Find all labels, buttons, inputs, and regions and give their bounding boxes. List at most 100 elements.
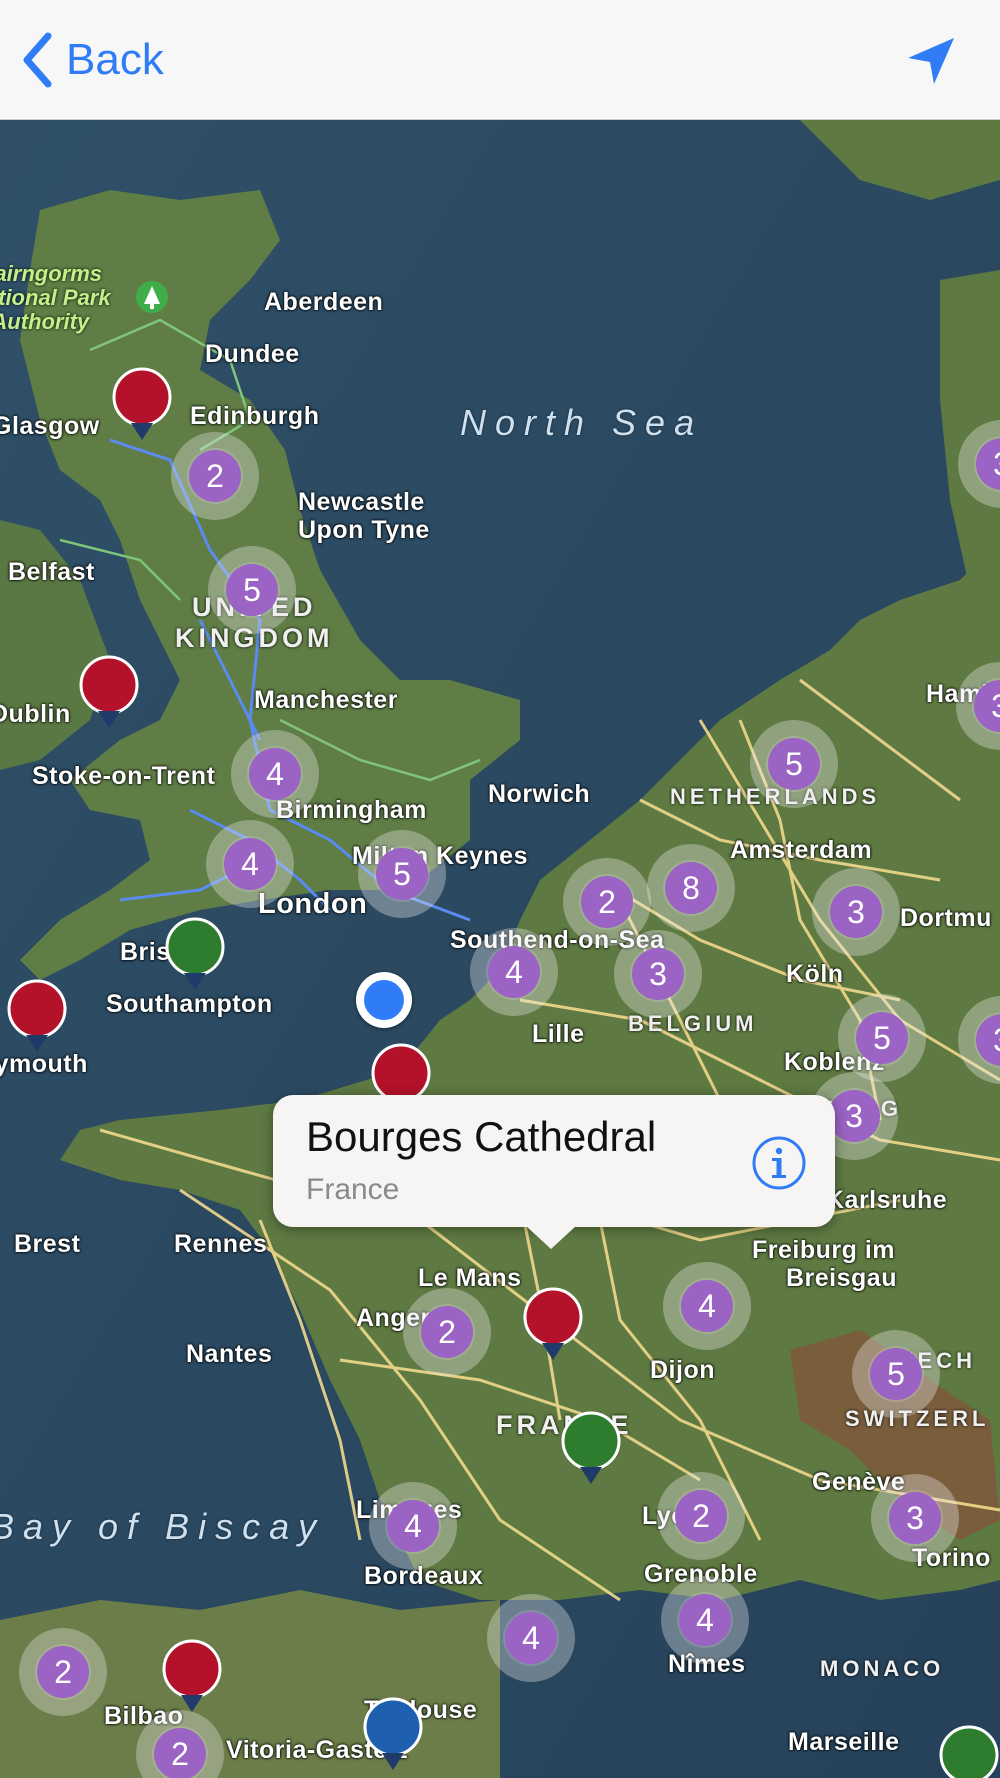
cluster-marker[interactable]: 3 <box>614 930 702 1018</box>
cluster-count: 3 <box>830 886 882 938</box>
country-label-monaco: MONACO <box>820 1656 945 1681</box>
cluster-marker[interactable]: 4 <box>369 1482 457 1570</box>
cluster-count: 4 <box>488 946 540 998</box>
cluster-count: 4 <box>679 1594 731 1646</box>
cluster-marker[interactable]: 3 <box>871 1474 959 1562</box>
cluster-marker[interactable]: 2 <box>657 1472 745 1560</box>
city-label-aberdeen: Aberdeen <box>264 288 384 316</box>
red-map-pin[interactable] <box>161 1638 223 1734</box>
city-label-dijon: Dijon <box>650 1356 715 1384</box>
red-map-pin[interactable] <box>111 366 173 462</box>
selected-red-map-pin[interactable] <box>522 1286 584 1382</box>
blue-map-pin[interactable] <box>362 1696 424 1778</box>
sea-label-north-sea: North Sea <box>460 402 704 443</box>
map-view[interactable]: North Sea Bay of Biscay Cairngorms Natio… <box>0 120 1000 1778</box>
navigation-bar: Back <box>0 0 1000 120</box>
cluster-marker[interactable]: 4 <box>470 928 558 1016</box>
info-icon[interactable] <box>751 1135 807 1191</box>
cluster-marker[interactable]: 5 <box>852 1330 940 1418</box>
cluster-count: 4 <box>505 1612 557 1664</box>
back-button[interactable]: Back <box>22 28 164 92</box>
cluster-marker[interactable]: 4 <box>231 730 319 818</box>
city-label-edinburgh: Edinburgh <box>190 402 320 430</box>
cluster-marker[interactable]: 2 <box>563 858 651 946</box>
cluster-count: 3 <box>632 948 684 1000</box>
cluster-marker[interactable]: 2 <box>171 432 259 520</box>
location-arrow-icon <box>908 38 954 84</box>
cluster-marker[interactable]: 8 <box>647 844 735 932</box>
city-label-brest: Brest <box>14 1230 81 1258</box>
city-label-stoke: Stoke-on-Trent <box>32 762 216 790</box>
cluster-marker[interactable]: 3 <box>812 868 900 956</box>
callout-title: Bourges Cathedral <box>306 1113 657 1160</box>
city-label-le-mans: Le Mans <box>418 1264 522 1292</box>
park-label-line2: National Park <box>0 285 111 311</box>
city-label-lille: Lille <box>532 1020 585 1048</box>
park-tree-icon <box>136 281 168 313</box>
cluster-count: 2 <box>189 450 241 502</box>
chevron-left-icon <box>23 32 52 88</box>
user-location-dot <box>356 972 412 1028</box>
cluster-marker[interactable]: 4 <box>487 1594 575 1682</box>
cluster-count: 5 <box>376 848 428 900</box>
cluster-marker[interactable]: 2 <box>403 1288 491 1376</box>
cluster-marker[interactable]: 4 <box>661 1576 749 1664</box>
city-label-manchester: Manchester <box>254 686 398 714</box>
city-label-marseille: Marseille <box>788 1728 900 1756</box>
cluster-count: 3 <box>828 1090 880 1142</box>
cluster-marker[interactable]: 4 <box>663 1262 751 1350</box>
cluster-count: 4 <box>249 748 301 800</box>
cluster-count: 5 <box>856 1012 908 1064</box>
cluster-count: 2 <box>37 1646 89 1698</box>
cluster-marker[interactable]: 5 <box>750 720 838 808</box>
green-map-pin[interactable] <box>164 916 226 1012</box>
city-label-dublin: Dublin <box>0 700 71 728</box>
green-map-pin[interactable] <box>938 1724 1000 1778</box>
park-label-line1: Cairngorms <box>0 261 103 286</box>
current-location-button[interactable] <box>904 32 960 88</box>
cluster-count: 8 <box>665 862 717 914</box>
city-label-norwich: Norwich <box>488 780 591 808</box>
city-label-karlsruhe: Karlsruhe <box>826 1186 948 1214</box>
place-callout[interactable]: Bourges Cathedral France <box>273 1095 835 1249</box>
callout-subtitle: France <box>306 1173 400 1206</box>
green-map-pin[interactable] <box>560 1410 622 1506</box>
cluster-count: 3 <box>974 680 1000 732</box>
city-label-newcastle: Newcastle <box>298 488 425 516</box>
city-label-dundee: Dundee <box>205 340 300 368</box>
city-label-dortmund: Dortmu <box>900 904 992 932</box>
cluster-count: 2 <box>581 876 633 928</box>
cluster-count: 4 <box>224 838 276 890</box>
city-label-koln: Köln <box>786 960 844 988</box>
sea-label-bay-of-biscay: Bay of Biscay <box>0 1506 326 1547</box>
cluster-marker[interactable]: 5 <box>358 830 446 918</box>
cluster-marker[interactable]: 5 <box>838 994 926 1082</box>
back-label: Back <box>66 35 164 84</box>
cluster-count: 3 <box>976 1014 1000 1066</box>
cluster-count: 2 <box>421 1306 473 1358</box>
cluster-count: 3 <box>976 438 1000 490</box>
callout-pointer <box>525 1225 577 1249</box>
park-label-line3: Authority <box>0 309 90 335</box>
city-label-rennes: Rennes <box>174 1230 268 1258</box>
city-label-glasgow: Glasgow <box>0 412 100 440</box>
city-label-freiburg: Freiburg im <box>752 1236 896 1264</box>
city-label-newcastle-line2: Upon Tyne <box>298 516 430 544</box>
cluster-count: 4 <box>681 1280 733 1332</box>
cluster-count: 5 <box>768 738 820 790</box>
cluster-count: 3 <box>889 1492 941 1544</box>
cluster-count: 2 <box>154 1728 206 1778</box>
red-map-pin[interactable] <box>78 654 140 750</box>
cluster-count: 5 <box>226 564 278 616</box>
cluster-marker[interactable]: 2 <box>19 1628 107 1716</box>
cluster-marker[interactable]: 4 <box>206 820 294 908</box>
city-label-nantes: Nantes <box>186 1340 273 1368</box>
cluster-count: 5 <box>870 1348 922 1400</box>
city-label-amsterdam: Amsterdam <box>730 836 873 864</box>
cluster-count: 2 <box>675 1490 727 1542</box>
city-label-belfast: Belfast <box>8 558 95 586</box>
red-map-pin[interactable] <box>6 978 68 1074</box>
park-label: Cairngorms National Park Authority <box>0 261 111 335</box>
city-label-freiburg-line2: Breisgau <box>786 1264 897 1292</box>
cluster-marker[interactable]: 5 <box>208 546 296 634</box>
